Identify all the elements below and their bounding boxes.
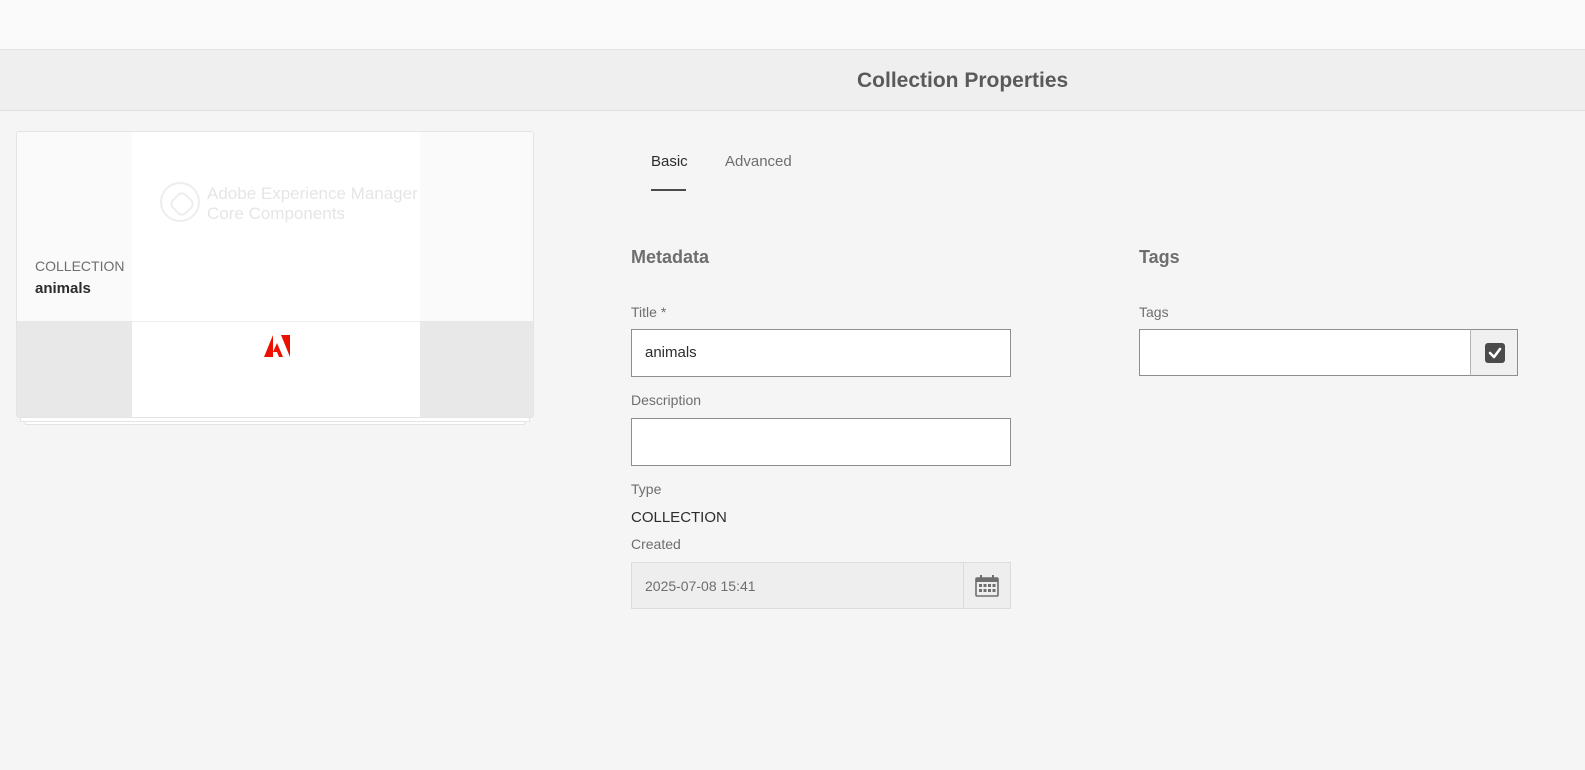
card-title: animals xyxy=(35,280,91,297)
adobe-logo-icon xyxy=(264,335,290,357)
metadata-heading: Metadata xyxy=(631,247,710,267)
type-value: COLLECTION xyxy=(631,509,727,526)
active-tab-indicator xyxy=(651,189,686,191)
created-value: 2025-07-08 15:41 xyxy=(645,578,756,594)
tab-advanced[interactable]: Advanced xyxy=(725,153,792,170)
tags-label: Tags xyxy=(1139,304,1169,320)
top-toolbar xyxy=(0,0,1585,50)
card-type-label: COLLECTION xyxy=(35,258,125,274)
title-input[interactable]: animals xyxy=(631,329,1011,377)
page-title: Collection Properties xyxy=(857,69,1069,92)
tags-heading: Tags xyxy=(1139,247,1180,267)
collection-card[interactable]: Adobe Experience Manager Core Components… xyxy=(16,131,534,418)
description-input[interactable] xyxy=(631,418,1011,466)
card-stack-shadow xyxy=(20,418,530,422)
created-datepicker: 2025-07-08 15:41 xyxy=(631,562,1011,609)
tags-picker-button[interactable] xyxy=(1470,329,1518,376)
aem-logo-icon xyxy=(160,182,200,222)
description-label: Description xyxy=(631,392,702,408)
checkbox-checked-icon xyxy=(1485,343,1505,363)
type-label: Type xyxy=(631,481,662,497)
calendar-icon xyxy=(975,575,999,597)
card-stack-shadow xyxy=(25,422,525,425)
title-label: Title * xyxy=(631,304,667,320)
created-label: Created xyxy=(631,536,681,552)
aem-core-components-logo: Adobe Experience Manager Core Components xyxy=(160,182,420,232)
tab-basic[interactable]: Basic xyxy=(651,153,688,170)
title-bar: Collection Properties xyxy=(0,50,1585,111)
calendar-button[interactable] xyxy=(963,563,1010,608)
tags-input[interactable] xyxy=(1139,329,1472,376)
